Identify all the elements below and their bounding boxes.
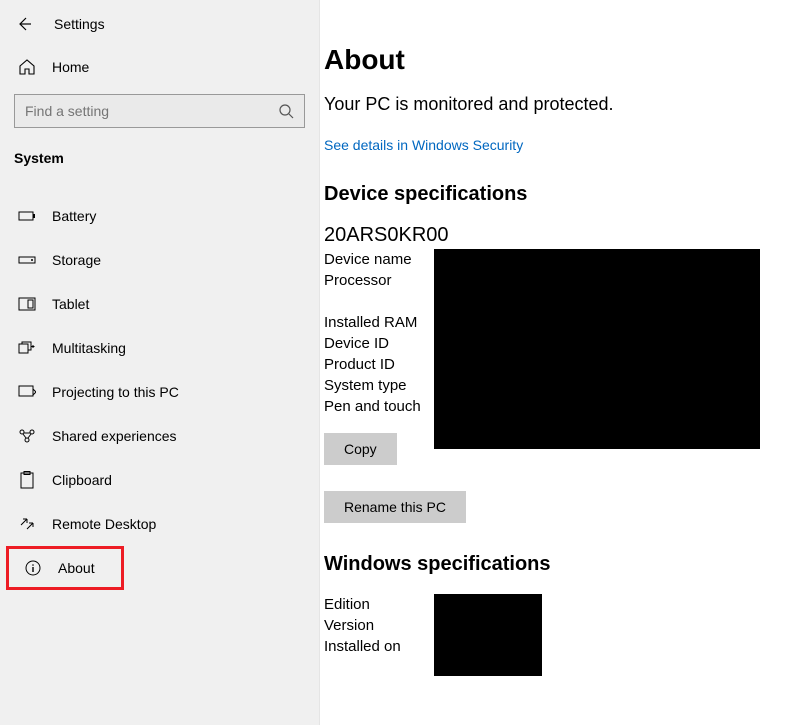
spec-label-processor: Processor <box>324 272 434 289</box>
spec-label-edition: Edition <box>324 596 434 613</box>
spec-label-device-id: Device ID <box>324 335 434 352</box>
projecting-icon <box>18 383 36 401</box>
spec-label-device-name: Device name <box>324 251 434 268</box>
sidebar-item-label: Battery <box>52 208 96 224</box>
spec-label-pen-touch: Pen and touch <box>324 398 434 415</box>
device-model: 20ARS0KR00 <box>324 224 773 247</box>
sidebar-item-projecting[interactable]: Projecting to this PC <box>0 370 319 414</box>
search-input[interactable] <box>25 103 278 119</box>
window-title: Settings <box>54 16 105 32</box>
page-title: About <box>324 44 773 76</box>
home-icon <box>18 58 36 76</box>
home-label: Home <box>52 59 89 75</box>
sidebar-item-shared-experiences[interactable]: Shared experiences <box>0 414 319 458</box>
windows-spec-table: Edition Version Installed on <box>324 594 773 657</box>
spec-label-system-type: System type <box>324 377 434 394</box>
sidebar-item-remote-desktop[interactable]: Remote Desktop <box>0 502 319 546</box>
sidebar-item-storage[interactable]: Storage <box>0 238 319 282</box>
sidebar-home[interactable]: Home <box>0 48 319 86</box>
sidebar-item-label: About <box>58 560 95 576</box>
sidebar-item-label: Remote Desktop <box>52 516 156 532</box>
sidebar-item-label: Clipboard <box>52 472 112 488</box>
sidebar-item-label: Storage <box>52 252 101 268</box>
back-button[interactable] <box>12 12 36 36</box>
search-wrap <box>0 86 319 142</box>
sidebar-item-about[interactable]: About <box>6 546 124 590</box>
sidebar-item-tablet[interactable]: Tablet <box>0 282 319 326</box>
device-spec-table: Device name Processor Installed RAM Devi… <box>324 249 773 417</box>
spec-label-installed-on: Installed on <box>324 638 434 655</box>
storage-icon <box>18 251 36 269</box>
spec-label-product-id: Product ID <box>324 356 434 373</box>
sidebar-item-clipboard[interactable]: Clipboard <box>0 458 319 502</box>
sidebar-item-label: Shared experiences <box>52 428 177 444</box>
sidebar-item-battery[interactable]: Battery <box>0 194 319 238</box>
multitasking-icon <box>18 339 36 357</box>
sidebar-nav: Battery Storage Tablet Multitasking Proj… <box>0 182 319 590</box>
remote-desktop-icon <box>18 515 36 533</box>
windows-spec-heading: Windows specifications <box>324 553 773 576</box>
spec-label-version: Version <box>324 617 434 634</box>
redacted-block <box>434 249 760 449</box>
info-icon <box>24 559 42 577</box>
main-content: About Your PC is monitored and protected… <box>320 0 785 725</box>
device-spec-heading: Device specifications <box>324 183 773 206</box>
sidebar-item-label: Tablet <box>52 296 89 312</box>
shared-experiences-icon <box>18 427 36 445</box>
sidebar: Settings Home System Battery Storage <box>0 0 320 725</box>
sidebar-section-label: System <box>0 142 319 182</box>
battery-icon <box>18 207 36 225</box>
redacted-block <box>434 594 542 676</box>
arrow-left-icon <box>16 16 32 32</box>
rename-pc-button[interactable]: Rename this PC <box>324 491 466 523</box>
spec-label-ram: Installed RAM <box>324 314 434 331</box>
sidebar-item-multitasking[interactable]: Multitasking <box>0 326 319 370</box>
copy-button[interactable]: Copy <box>324 433 397 465</box>
search-icon <box>278 103 294 119</box>
titlebar: Settings <box>0 12 319 48</box>
clipboard-icon <box>18 471 36 489</box>
search-box[interactable] <box>14 94 305 128</box>
tablet-icon <box>18 295 36 313</box>
sidebar-item-label: Projecting to this PC <box>52 384 179 400</box>
protected-status: Your PC is monitored and protected. <box>324 94 773 115</box>
sidebar-item-label: Multitasking <box>52 340 126 356</box>
windows-security-link[interactable]: See details in Windows Security <box>324 137 523 153</box>
